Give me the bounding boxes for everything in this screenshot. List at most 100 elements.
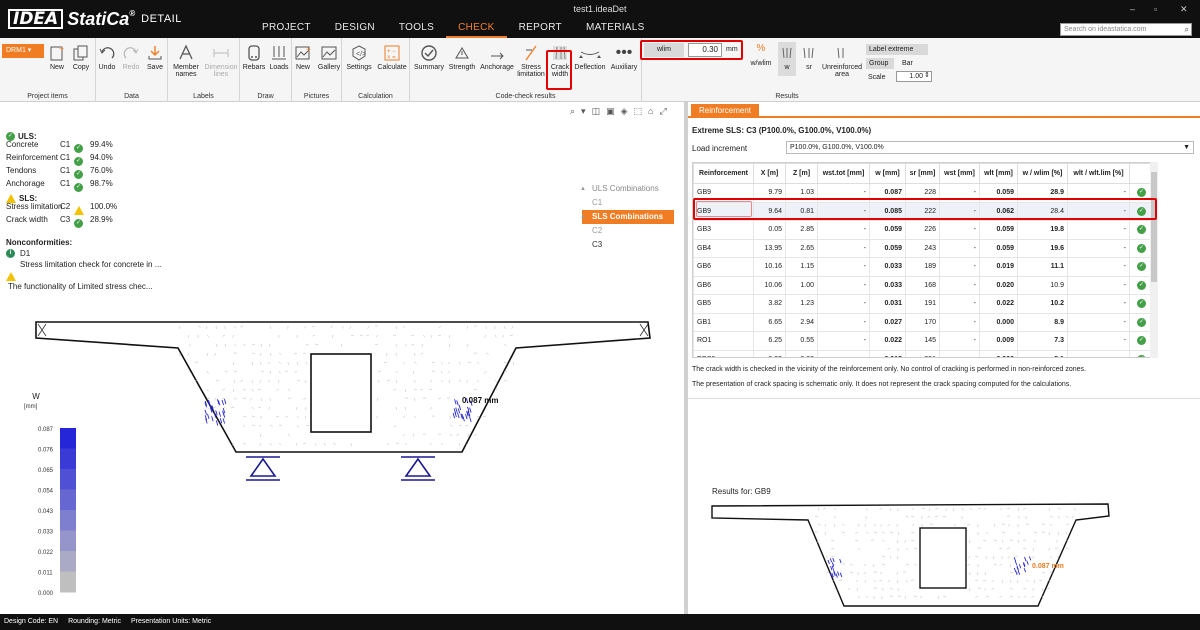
strength-button[interactable]: Strength — [446, 42, 478, 71]
column-header[interactable]: w [mm] — [869, 163, 906, 184]
close-button[interactable]: ✕ — [1180, 4, 1188, 15]
redo-icon — [120, 42, 142, 64]
crack-width-icon — [548, 42, 572, 64]
view-3d-icon[interactable]: ◫ — [592, 106, 601, 117]
table-row[interactable]: GB1 6.65 2.94-0.027 170-0.000 8.9- ✓ — [693, 312, 1151, 332]
label-extreme-toggle[interactable]: Label extreme — [866, 44, 928, 55]
model-dropdown[interactable]: DRM1 ▾ — [2, 44, 44, 58]
table-row[interactable]: DPS29.290.20-0.015351-0.0095.1-✓ — [693, 349, 1151, 357]
strength-icon — [446, 42, 478, 64]
member-names-button[interactable]: Member names — [170, 42, 202, 78]
table-cell: 11.1 — [1017, 257, 1068, 277]
result-name: Reinforcement — [6, 152, 59, 162]
table-row[interactable]: GB4 13.95 2.65-0.059 243-0.059 19.6- ✓ — [693, 238, 1151, 258]
nonconformity-d1[interactable]: i D1 — [6, 249, 30, 258]
view-layers-icon[interactable]: ▣ — [606, 106, 615, 117]
table-cell: - — [939, 331, 980, 351]
deflection-button[interactable]: Deflection — [572, 42, 608, 71]
view-box-icon[interactable]: ⬚ — [634, 106, 643, 117]
new-item-button[interactable]: + New — [46, 42, 68, 71]
column-header[interactable]: wlt / wlt.lim [%] — [1067, 163, 1130, 184]
unreinforced-area-button[interactable]: Unreinforced area — [820, 42, 864, 78]
w-icon — [778, 42, 796, 64]
summary-button[interactable]: Summary — [412, 42, 446, 71]
column-header[interactable]: Z [m] — [785, 163, 818, 184]
group-data: Undo Redo Save Data — [96, 38, 168, 102]
menu-design[interactable]: DESIGN — [323, 22, 387, 38]
tree-expand-icon[interactable]: ▲ — [580, 182, 586, 196]
legend-swatch — [60, 469, 76, 490]
stress-limitation-button[interactable]: Stress limitation — [516, 42, 546, 78]
w-button[interactable]: w — [778, 42, 796, 76]
menu-report[interactable]: REPORT — [507, 22, 574, 38]
loads-button[interactable]: Loads — [267, 42, 291, 71]
view-eye-icon[interactable]: ◈ — [621, 106, 628, 117]
copy-button[interactable]: Copy — [70, 42, 92, 71]
table-cell: - — [817, 294, 870, 314]
tab-bar: Reinforcement — [688, 102, 1200, 118]
group-option[interactable]: Group — [866, 58, 894, 69]
w-wlim-button[interactable]: % w/wlim — [744, 43, 778, 68]
menu-project[interactable]: PROJECT — [250, 22, 323, 38]
menu-materials[interactable]: MATERIALS — [574, 22, 657, 38]
tree-combination-item[interactable]: C3 — [582, 238, 674, 252]
column-header[interactable] — [1129, 163, 1151, 184]
table-row[interactable]: GB9 9.79 1.03-0.087 228-0.059 28.9- ✓ — [693, 183, 1151, 203]
anchorage-button[interactable]: Anchorage — [478, 42, 516, 71]
new-picture-button[interactable]: + New — [292, 42, 314, 71]
ok-icon: ✓ — [1137, 262, 1146, 272]
view-home-icon[interactable]: ⌂ — [648, 106, 653, 117]
tree-uls-combinations[interactable]: ▲ ULS Combinations — [580, 182, 674, 196]
column-header[interactable]: sr [mm] — [905, 163, 940, 184]
wlim-input[interactable]: 0.30 — [688, 43, 722, 57]
crack-width-button[interactable]: Crack width — [548, 42, 572, 78]
calculate-button[interactable]: + − × = Calculate — [376, 42, 408, 71]
scale-label: Scale — [868, 74, 886, 81]
save-button[interactable]: Save — [144, 42, 166, 71]
column-header[interactable]: Reinforcement — [693, 163, 754, 184]
menu-tools[interactable]: TOOLS — [387, 22, 446, 38]
table-row[interactable]: RO1 6.25 0.55-0.022 145-0.009 7.3- ✓ — [693, 331, 1151, 351]
tree-sls-combinations[interactable]: ▲ SLS Combinations — [580, 210, 674, 224]
gallery-button[interactable]: Gallery — [316, 42, 342, 71]
tree-expand-icon[interactable]: ▲ — [580, 210, 586, 224]
tree-combination-item[interactable]: C1 — [582, 196, 674, 210]
tree-combination-item[interactable]: C2 — [582, 224, 674, 238]
table-row[interactable]: GB6 10.06 1.00-0.033 168-0.020 10.9- ✓ — [693, 275, 1151, 295]
wlim-unit: mm — [726, 46, 738, 53]
search-input[interactable]: Search on ideastatica.com ⌕ — [1060, 23, 1192, 36]
maximize-button[interactable]: ▫ — [1154, 4, 1157, 14]
column-header[interactable]: wst [mm] — [939, 163, 980, 184]
table-row[interactable]: GB5 3.82 1.23-0.031 191-0.022 10.2- ✓ — [693, 294, 1151, 314]
column-header[interactable]: wlt [mm] — [979, 163, 1018, 184]
warning-row[interactable] — [6, 272, 16, 281]
table-row[interactable]: GB6 10.16 1.15-0.033 189-0.019 11.1- ✓ — [693, 257, 1151, 277]
column-header[interactable]: w / wlim [%] — [1017, 163, 1068, 184]
redo-button[interactable]: Redo — [120, 42, 142, 71]
sr-button[interactable]: sr — [798, 42, 820, 71]
group-label-calculation: Calculation — [358, 93, 393, 100]
auxiliary-button[interactable]: ••• Auxiliary — [608, 42, 640, 71]
table-cell: 5.1 — [1017, 349, 1068, 357]
menu-check[interactable]: CHECK — [446, 22, 507, 38]
group-draw: Rebars Loads Draw — [240, 38, 292, 102]
rebars-button[interactable]: Rebars — [242, 42, 266, 71]
tab-reinforcement[interactable]: Reinforcement — [691, 104, 760, 118]
view-dropdown-icon[interactable]: ▾ — [581, 106, 586, 117]
column-header[interactable]: X [m] — [753, 163, 786, 184]
dimension-lines-button[interactable]: Dimension lines — [204, 42, 238, 78]
settings-button[interactable]: </> Settings — [344, 42, 374, 71]
column-header[interactable]: wst.tot [mm] — [817, 163, 870, 184]
minimize-button[interactable]: – — [1130, 4, 1135, 14]
scrollbar-thumb[interactable] — [1151, 172, 1157, 282]
load-increment-select[interactable]: P100.0%, G100.0%, V100.0% ▼ — [786, 141, 1194, 154]
table-cell: 9.64 — [753, 201, 786, 221]
table-row[interactable]: GB9 9.64 0.81-0.085 222-0.062 28.4- ✓ — [693, 201, 1151, 221]
undo-button[interactable]: Undo — [96, 42, 118, 71]
table-row[interactable]: GB3 0.05 2.85-0.059 226-0.059 19.8- ✓ — [693, 220, 1151, 240]
magnifier-icon[interactable]: ⌕ — [570, 106, 575, 117]
bar-option[interactable]: Bar — [902, 58, 913, 69]
fullscreen-icon[interactable]: ⤢ — [659, 106, 666, 117]
scale-input[interactable]: 1.00 ⇕ — [896, 71, 932, 82]
table-scrollbar[interactable] — [1150, 162, 1158, 358]
